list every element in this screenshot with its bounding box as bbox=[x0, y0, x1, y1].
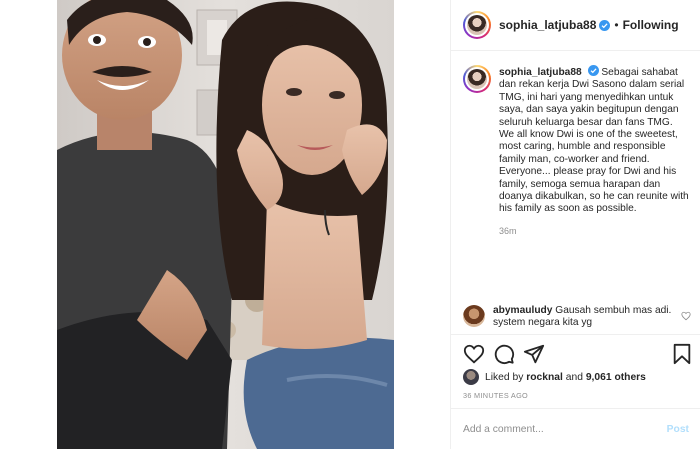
verified-badge-icon bbox=[599, 19, 611, 31]
following-button[interactable]: Following bbox=[623, 18, 679, 32]
liker-avatar[interactable] bbox=[463, 369, 479, 385]
post-header: sophia_latjuba88 • Following bbox=[451, 0, 700, 51]
liker-username[interactable]: rocknal bbox=[526, 372, 563, 383]
comment-like-icon[interactable] bbox=[681, 311, 691, 321]
post-side-panel: sophia_latjuba88 • Following sophia_latj… bbox=[450, 0, 700, 449]
comment-input[interactable] bbox=[463, 423, 653, 435]
caption-text-block: sophia_latjuba88 Sebagai sahabat dan rek… bbox=[499, 65, 689, 216]
heart-icon[interactable] bbox=[463, 343, 485, 365]
likes-text: Liked by rocknal and 9,061 others bbox=[485, 372, 646, 383]
post-photo-area bbox=[0, 0, 450, 449]
post-timestamp[interactable]: 36 MINUTES AGO bbox=[463, 391, 528, 400]
avatar-image bbox=[467, 15, 487, 35]
verified-badge-icon bbox=[587, 65, 599, 76]
post-photo-illustration bbox=[57, 0, 394, 449]
author-avatar[interactable] bbox=[463, 11, 491, 39]
caption-row: sophia_latjuba88 Sebagai sahabat dan rek… bbox=[463, 65, 689, 216]
avatar-image bbox=[467, 69, 487, 89]
likes-conjunction: and bbox=[565, 371, 583, 383]
caption-time[interactable]: 36m bbox=[499, 226, 689, 236]
caption-avatar[interactable] bbox=[463, 65, 491, 93]
commenter-avatar[interactable] bbox=[463, 305, 485, 327]
add-comment-bar: Post bbox=[451, 408, 700, 449]
post-comment-button[interactable]: Post bbox=[667, 424, 689, 435]
action-icon-row bbox=[463, 343, 691, 365]
caption-body: Sebagai sahabat dan rekan kerja Dwi Saso… bbox=[499, 67, 689, 215]
avatar-ring bbox=[465, 13, 489, 37]
likes-count[interactable]: 9,061 others bbox=[586, 372, 646, 383]
likes-summary: Liked by rocknal and 9,061 others bbox=[463, 369, 646, 385]
post-photo[interactable] bbox=[57, 0, 394, 449]
share-icon[interactable] bbox=[523, 343, 545, 365]
bookmark-icon[interactable] bbox=[671, 343, 693, 365]
post-caption: sophia_latjuba88 Sebagai sahabat dan rek… bbox=[451, 51, 700, 297]
commenter-username[interactable]: abymauludy bbox=[493, 305, 552, 316]
comment-item: abymauludy Gausah sembuh mas adi. system… bbox=[463, 305, 691, 329]
caption-username[interactable]: sophia_latjuba88 bbox=[499, 67, 582, 78]
author-username[interactable]: sophia_latjuba88 bbox=[499, 18, 596, 32]
header-separator: • bbox=[614, 18, 619, 32]
comment-text-block: abymauludy Gausah sembuh mas adi. system… bbox=[493, 305, 673, 329]
avatar-ring bbox=[465, 67, 489, 91]
comment-icon[interactable] bbox=[493, 343, 515, 365]
likes-prefix: Liked by bbox=[485, 371, 524, 383]
